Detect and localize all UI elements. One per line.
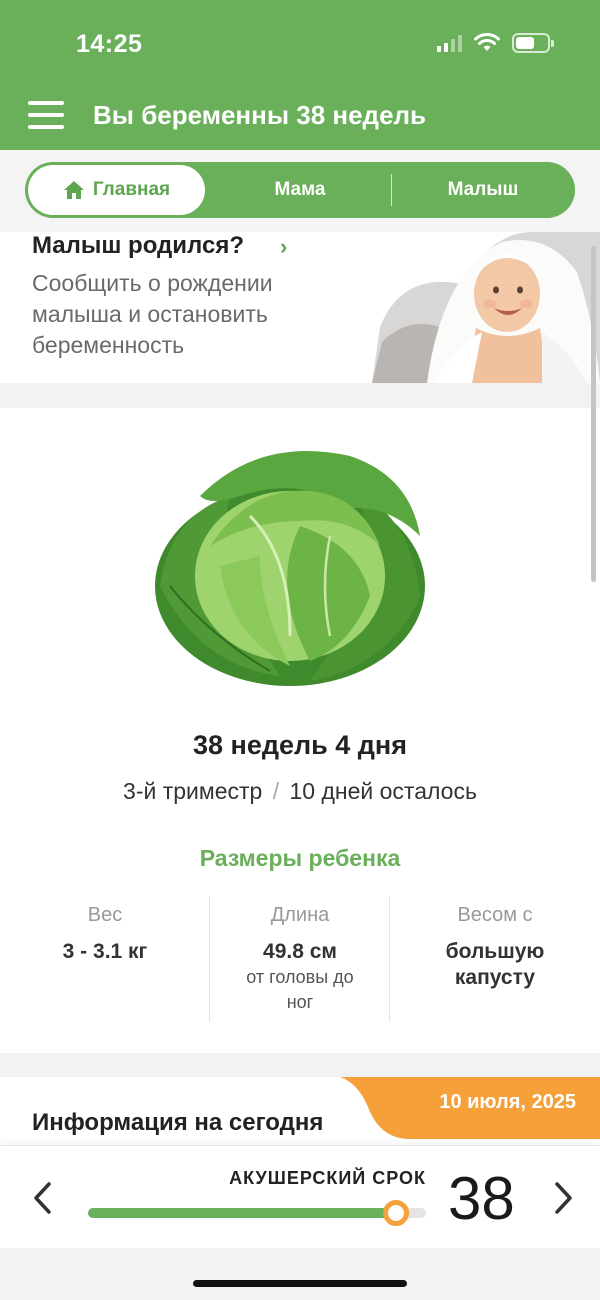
tab-mama-label: Мама bbox=[274, 179, 326, 200]
home-indicator-area bbox=[0, 1248, 600, 1300]
stat-weight-value: 3 - 3.1 кг bbox=[62, 940, 148, 963]
stat-length-note: от головы до ног bbox=[246, 967, 354, 1012]
week-title: 38 недель 4 дня bbox=[193, 730, 407, 760]
stat-divider bbox=[389, 896, 390, 1022]
home-indicator[interactable] bbox=[193, 1280, 407, 1287]
trimester-line: 3-й триместр / 10 дней осталось bbox=[0, 778, 600, 805]
stat-similar: Весом с большую капусту bbox=[405, 896, 585, 991]
tab-mama[interactable]: Мама bbox=[210, 165, 390, 215]
tab-bar-container: Главная Мама Малыш bbox=[0, 150, 600, 232]
tab-bar: Главная Мама Малыш bbox=[25, 162, 575, 218]
tab-baby[interactable]: Малыш bbox=[393, 165, 573, 215]
wifi-icon bbox=[474, 33, 500, 51]
status-time: 14:25 bbox=[76, 30, 143, 58]
today-info-card[interactable]: 10 июля, 2025 Информация на сегодня bbox=[0, 1077, 600, 1147]
baby-born-description: Сообщить о рождении малыша и остановить … bbox=[32, 270, 273, 358]
term-label: АКУШЕРСКИЙ СРОК bbox=[229, 1168, 426, 1188]
chevron-left-icon[interactable] bbox=[28, 1176, 58, 1220]
tab-home[interactable]: Главная bbox=[28, 165, 205, 215]
baby-size-stats: Вес 3 - 3.1 кг Длина 49.8 см от головы д… bbox=[0, 896, 600, 1024]
term-slider-thumb[interactable] bbox=[382, 1200, 409, 1226]
trimester-separator: / bbox=[272, 778, 280, 804]
status-icons bbox=[437, 33, 554, 53]
scrollbar[interactable] bbox=[591, 246, 596, 582]
chevron-right-icon[interactable] bbox=[548, 1176, 578, 1220]
battery-icon bbox=[512, 33, 554, 53]
page-title: Вы беременны 38 недель bbox=[93, 100, 427, 130]
app-header: 14:25 Вы беременны 38 недель bbox=[0, 0, 600, 150]
baby-photo bbox=[372, 232, 600, 383]
term-slider[interactable] bbox=[88, 1200, 426, 1226]
days-remaining-text: 10 дней осталось bbox=[289, 778, 477, 804]
tab-home-label: Главная bbox=[92, 179, 171, 200]
cabbage-illustration bbox=[155, 451, 425, 686]
cellular-signal-icon bbox=[437, 34, 462, 52]
term-slider-fill bbox=[88, 1208, 396, 1218]
tab-baby-label: Малыш bbox=[447, 179, 519, 200]
home-icon bbox=[63, 181, 84, 199]
baby-sizes-title: Размеры ребенка bbox=[199, 845, 401, 871]
stat-weight-label: Вес bbox=[87, 904, 123, 926]
trimester-text: 3-й триместр bbox=[123, 778, 263, 804]
chevron-right-icon[interactable]: › bbox=[280, 234, 287, 260]
tab-divider bbox=[391, 174, 392, 206]
today-date: 10 июля, 2025 bbox=[439, 1091, 576, 1113]
hamburger-menu-icon[interactable] bbox=[28, 101, 64, 129]
stat-similar-label: Весом с bbox=[457, 904, 533, 926]
baby-born-title[interactable]: Малыш родился? bbox=[32, 232, 244, 260]
stat-length-label: Длина bbox=[270, 904, 330, 926]
pregnancy-week-card: 38 недель 4 дня 3-й триместр / 10 дней о… bbox=[0, 408, 600, 1053]
term-week-number: 38 bbox=[448, 1165, 515, 1232]
term-navigation-bar: АКУШЕРСКИЙ СРОК 38 bbox=[0, 1145, 600, 1248]
baby-born-card[interactable]: Малыш родился? › Сообщить о рождении мал… bbox=[0, 232, 600, 383]
today-info-title: Информация на сегодня bbox=[32, 1109, 324, 1136]
stat-weight: Вес 3 - 3.1 кг bbox=[15, 896, 195, 965]
stat-length: Длина 49.8 см от головы до ног bbox=[210, 896, 390, 1015]
stat-length-value: 49.8 см bbox=[263, 940, 337, 963]
stat-similar-value: большую капусту bbox=[445, 940, 545, 989]
